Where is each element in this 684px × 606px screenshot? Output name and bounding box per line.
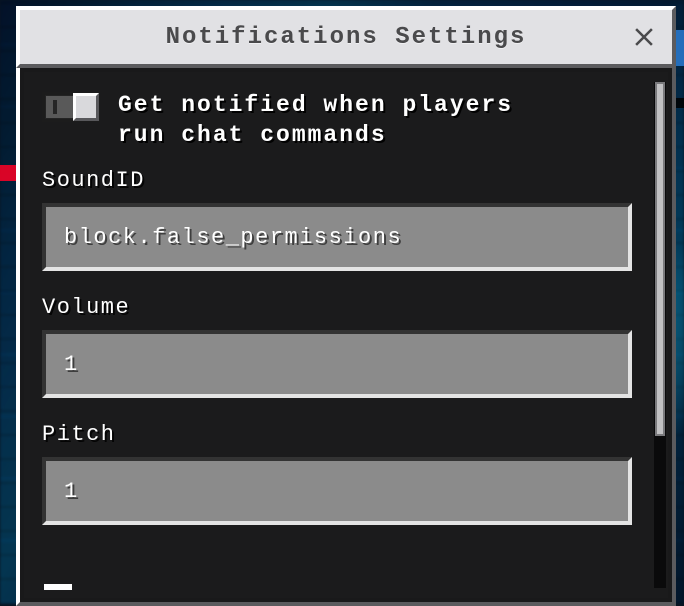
settings-window: Notifications Settings Get notified when… [16, 6, 676, 598]
volume-label: Volume [42, 295, 632, 320]
pitch-label: Pitch [42, 422, 632, 447]
content-frame: Get notified when playersrun chat comman… [16, 68, 676, 606]
titlebar: Notifications Settings [16, 6, 676, 68]
content-inset: Get notified when playersrun chat comman… [20, 68, 672, 602]
soundid-value: block.false_permissions [64, 225, 402, 250]
notify-toggle-row: Get notified when playersrun chat comman… [42, 90, 632, 150]
close-icon[interactable] [630, 23, 658, 51]
window-title: Notifications Settings [166, 24, 527, 51]
scrollbar-thumb[interactable] [655, 82, 665, 436]
pitch-input[interactable]: 1 [42, 457, 632, 525]
text-caret [44, 584, 72, 590]
settings-content: Get notified when playersrun chat comman… [24, 72, 650, 598]
volume-value: 1 [64, 352, 79, 377]
pitch-value: 1 [64, 479, 79, 504]
soundid-label: SoundID [42, 168, 632, 193]
notify-toggle[interactable] [42, 92, 100, 122]
notify-toggle-label: Get notified when playersrun chat comman… [118, 90, 513, 150]
volume-input[interactable]: 1 [42, 330, 632, 398]
scrollbar-track[interactable] [654, 82, 666, 588]
soundid-input[interactable]: block.false_permissions [42, 203, 632, 271]
